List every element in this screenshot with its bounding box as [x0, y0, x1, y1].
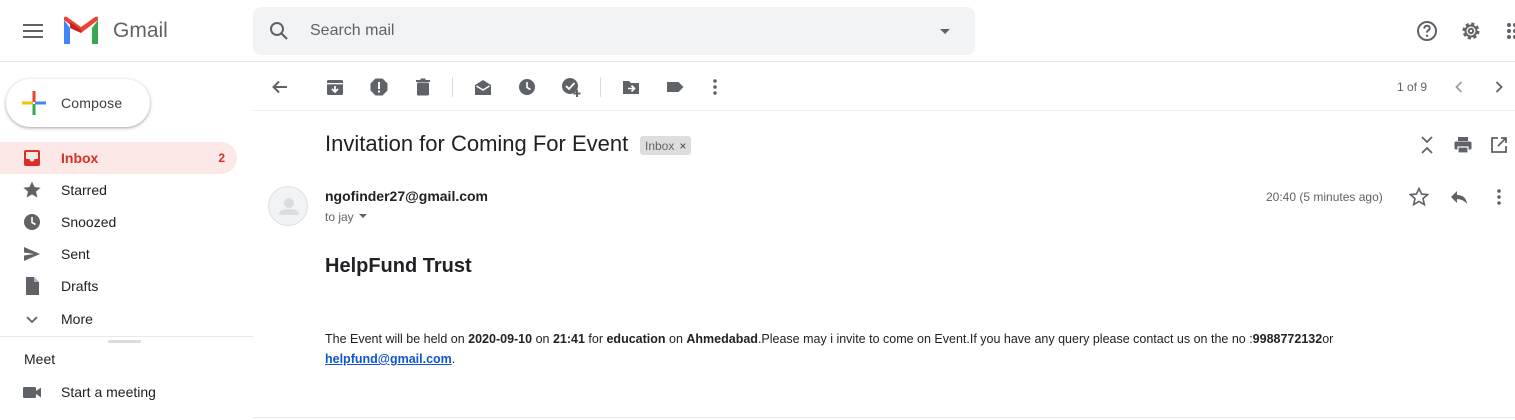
- delete-icon[interactable]: [411, 75, 435, 99]
- email-heading: HelpFund Trust: [325, 255, 472, 277]
- add-to-tasks-icon[interactable]: [559, 75, 583, 99]
- event-time: 21:41: [552, 332, 585, 346]
- expand-all-icon[interactable]: [1415, 133, 1439, 157]
- sidebar-item-inbox[interactable]: Inbox 2: [0, 142, 237, 174]
- sidebar-item-start-meeting[interactable]: Start a meeting: [0, 376, 237, 408]
- meet-section-title: Meet: [24, 351, 56, 367]
- keyboard-icon: [22, 414, 42, 420]
- caret-down-icon[interactable]: [358, 210, 368, 224]
- help-icon[interactable]: [1412, 16, 1442, 46]
- sender-email[interactable]: ngofinder27@gmail.com: [325, 188, 488, 204]
- older-icon[interactable]: [1487, 75, 1511, 99]
- sidebar-item-label: Snoozed: [61, 214, 117, 230]
- compose-button[interactable]: Compose: [6, 79, 150, 127]
- body-text-segment: or: [1322, 332, 1334, 346]
- sidebar-item-label: Starred: [61, 182, 107, 198]
- unread-count-badge: 2: [218, 151, 225, 165]
- recipient-text: to jay: [325, 210, 354, 224]
- gmail-logo[interactable]: [62, 16, 100, 46]
- sidebar-item-label: Drafts: [61, 278, 99, 294]
- archive-icon[interactable]: [323, 75, 347, 99]
- email-subject: Invitation for Coming For Event: [325, 131, 629, 156]
- sidebar-item-sent[interactable]: Sent: [0, 238, 237, 270]
- sidebar-item-label: More: [61, 311, 93, 327]
- mark-unread-icon[interactable]: [471, 75, 495, 99]
- reply-icon[interactable]: [1447, 185, 1471, 209]
- contact-email-link[interactable]: helpfund@gmail.com: [325, 352, 452, 366]
- star-icon: [22, 180, 42, 200]
- app-brand[interactable]: Gmail: [113, 19, 168, 43]
- event-date: 2020-09-10: [468, 332, 533, 346]
- sidebar-item-label: Sent: [61, 246, 90, 262]
- body-text-segment: .: [451, 352, 456, 366]
- sidebar-item-label: Inbox: [61, 150, 99, 166]
- pagination-text: 1 of 9: [1397, 80, 1428, 94]
- menu-icon[interactable]: [14, 12, 52, 50]
- report-spam-icon[interactable]: [367, 75, 391, 99]
- labels-icon[interactable]: [663, 75, 687, 99]
- send-icon: [22, 244, 42, 264]
- body-text-segment: on: [665, 332, 687, 346]
- clock-icon: [22, 212, 42, 232]
- event-city: Ahmedabad: [686, 332, 758, 346]
- compose-label: Compose: [61, 95, 123, 111]
- body-text-segment: .Please may i invite to come on Event.If…: [757, 332, 1253, 346]
- search-options-icon[interactable]: [933, 19, 957, 43]
- video-icon: [22, 382, 42, 402]
- move-to-icon[interactable]: [619, 75, 643, 99]
- email-body: The Event will be held on 2020-09-10 on …: [325, 329, 1475, 369]
- inbox-icon: [22, 148, 42, 168]
- message-more-icon[interactable]: [1487, 185, 1511, 209]
- compose-plus-icon: [20, 89, 48, 117]
- apps-icon[interactable]: [1500, 16, 1515, 46]
- top-header: Gmail: [0, 0, 1515, 62]
- sidebar-item-more[interactable]: More: [0, 303, 237, 335]
- body-text-segment: on: [532, 332, 553, 346]
- draft-icon: [22, 276, 42, 296]
- body-text-segment: for: [584, 332, 607, 346]
- more-icon[interactable]: [703, 75, 727, 99]
- sidebar-item-join-meeting[interactable]: [0, 408, 237, 420]
- sidebar-item-snoozed[interactable]: Snoozed: [0, 206, 237, 238]
- inbox-label-chip[interactable]: Inbox ×: [640, 136, 692, 155]
- recipient-line[interactable]: to jay: [325, 210, 368, 224]
- settings-icon[interactable]: [1456, 16, 1486, 46]
- label-chip-text: Inbox: [645, 138, 675, 153]
- newer-icon[interactable]: [1447, 75, 1471, 99]
- print-icon[interactable]: [1451, 133, 1475, 157]
- contact-phone: 9988772132: [1252, 332, 1323, 346]
- email-timestamp: 20:40 (5 minutes ago): [1266, 190, 1383, 204]
- open-new-window-icon[interactable]: [1487, 133, 1511, 157]
- chevron-down-icon: [22, 309, 42, 329]
- remove-label-icon[interactable]: ×: [679, 139, 686, 153]
- search-input[interactable]: [310, 19, 910, 43]
- sidebar-item-starred[interactable]: Starred: [0, 174, 237, 206]
- star-toggle-icon[interactable]: [1407, 185, 1431, 209]
- snooze-icon[interactable]: [515, 75, 539, 99]
- sidebar-item-label: Start a meeting: [61, 384, 156, 400]
- toolbar-divider: [452, 77, 453, 97]
- sidebar-item-drafts[interactable]: Drafts: [0, 270, 237, 302]
- avatar[interactable]: [268, 186, 308, 226]
- event-category: education: [606, 332, 666, 346]
- body-text-segment: The Event will be held on: [325, 332, 469, 346]
- resize-handle[interactable]: [108, 340, 141, 343]
- message-toolbar: 1 of 9: [253, 63, 1515, 111]
- back-icon[interactable]: [268, 75, 292, 99]
- sidebar-divider: [0, 336, 253, 337]
- search-bar[interactable]: [253, 7, 975, 55]
- search-icon[interactable]: [267, 19, 291, 43]
- toolbar-divider: [600, 77, 601, 97]
- message-divider: [253, 417, 1515, 418]
